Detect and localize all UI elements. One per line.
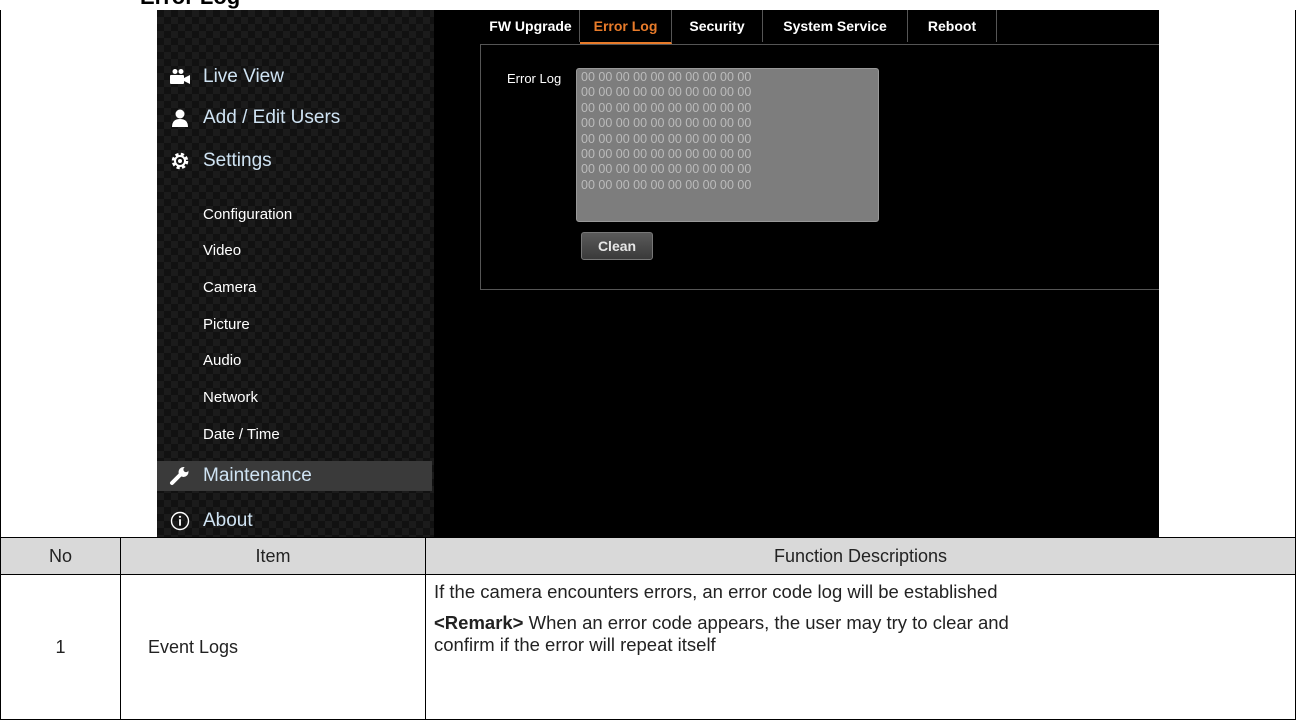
- camera-web-ui-screenshot: Live View Add / Edit Users Settings Conf…: [157, 10, 1159, 537]
- nav-audio[interactable]: Audio: [203, 352, 241, 369]
- nav-network[interactable]: Network: [203, 389, 258, 406]
- tab-system-service[interactable]: System Service: [763, 10, 908, 42]
- remark-text: When an error code appears, the user may…: [523, 612, 1009, 633]
- sidebar: Live View Add / Edit Users Settings Conf…: [157, 10, 434, 537]
- tab-fw-upgrade[interactable]: FW Upgrade: [482, 10, 580, 42]
- header-function: Function Descriptions: [425, 537, 1296, 575]
- frame-left-line: [0, 10, 1, 537]
- description-line-3: confirm if the error will repeat itself: [434, 634, 716, 655]
- nav-label: About: [203, 510, 253, 531]
- description-line-2: <Remark> When an error code appears, the…: [434, 612, 1295, 634]
- remark-label: <Remark>: [434, 612, 524, 633]
- nav-video[interactable]: Video: [203, 242, 241, 259]
- nav-settings[interactable]: Settings: [157, 146, 272, 176]
- nav-camera[interactable]: Camera: [203, 279, 256, 296]
- row-description: If the camera encounters errors, an erro…: [425, 574, 1296, 720]
- user-icon: [157, 108, 203, 128]
- error-log-textarea[interactable]: 00 00 00 00 00 00 00 00 00 00 00 00 00 0…: [576, 68, 879, 222]
- row-no: 1: [0, 574, 121, 720]
- nav-maintenance[interactable]: Maintenance: [157, 461, 432, 491]
- nav-label: Live View: [203, 66, 284, 87]
- gear-icon: [157, 150, 203, 172]
- clean-button[interactable]: Clean: [581, 232, 653, 260]
- tab-security[interactable]: Security: [672, 10, 763, 42]
- nav-label: Maintenance: [203, 465, 312, 486]
- nav-label: Settings: [203, 150, 272, 171]
- tab-bar: FW Upgrade Error Log Security System Ser…: [482, 10, 997, 44]
- error-log-label: Error Log: [507, 71, 562, 86]
- nav-picture[interactable]: Picture: [203, 316, 250, 333]
- description-line-1: If the camera encounters errors, an erro…: [434, 581, 998, 602]
- header-item: Item: [120, 537, 426, 575]
- section-heading: Error Log: [140, 0, 240, 10]
- description-table: No Item Function Descriptions 1 Event Lo…: [0, 537, 1296, 720]
- row-item: Event Logs: [120, 574, 426, 720]
- nav-live-view[interactable]: Live View: [157, 62, 284, 92]
- header-no: No: [0, 537, 121, 575]
- video-camera-icon: [157, 68, 203, 86]
- wrench-icon: [157, 465, 203, 487]
- nav-about[interactable]: About: [157, 506, 253, 536]
- clipped-heading-strip: Error Log: [0, 0, 1296, 10]
- nav-add-edit-users[interactable]: Add / Edit Users: [157, 103, 340, 133]
- info-icon: [157, 511, 203, 531]
- tab-error-log[interactable]: Error Log: [580, 10, 672, 44]
- nav-date-time[interactable]: Date / Time: [203, 426, 280, 443]
- nav-configuration[interactable]: Configuration: [203, 206, 292, 223]
- nav-label: Add / Edit Users: [203, 107, 341, 128]
- tab-reboot[interactable]: Reboot: [908, 10, 997, 42]
